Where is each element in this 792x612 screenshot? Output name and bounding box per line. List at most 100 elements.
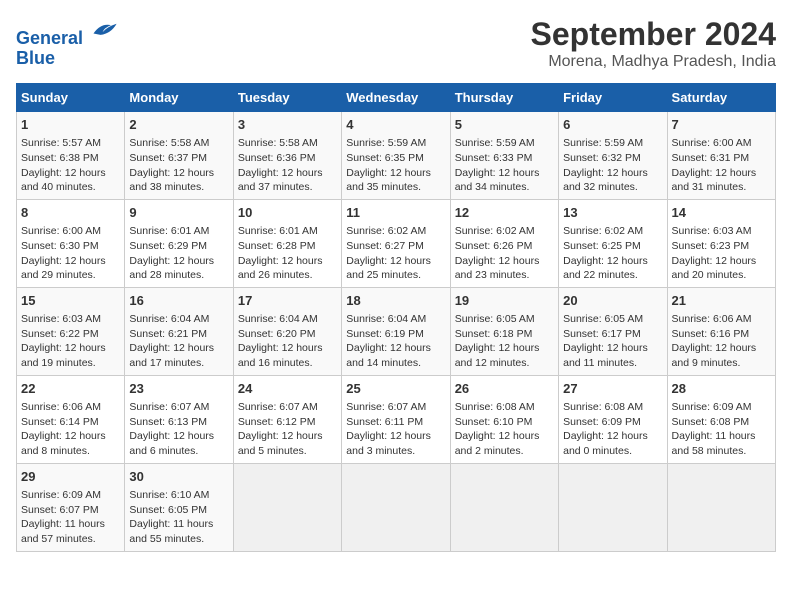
sunrise-text: Sunrise: 6:07 AM (129, 401, 209, 413)
day-number: 30 (129, 468, 228, 486)
col-sunday: Sunday (17, 84, 125, 112)
daylight-text: Daylight: 12 hours and 3 minutes. (346, 430, 431, 457)
daylight-text: Daylight: 12 hours and 17 minutes. (129, 342, 214, 369)
day-number: 12 (455, 204, 554, 222)
table-row: 8Sunrise: 6:00 AMSunset: 6:30 PMDaylight… (17, 199, 125, 287)
daylight-text: Daylight: 12 hours and 6 minutes. (129, 430, 214, 457)
daylight-text: Daylight: 12 hours and 20 minutes. (672, 255, 757, 282)
table-row: 2Sunrise: 5:58 AMSunset: 6:37 PMDaylight… (125, 112, 233, 200)
table-row: 22Sunrise: 6:06 AMSunset: 6:14 PMDayligh… (17, 375, 125, 463)
table-row: 20Sunrise: 6:05 AMSunset: 6:17 PMDayligh… (559, 287, 667, 375)
table-row: 6Sunrise: 5:59 AMSunset: 6:32 PMDaylight… (559, 112, 667, 200)
table-row: 12Sunrise: 6:02 AMSunset: 6:26 PMDayligh… (450, 199, 558, 287)
table-row (559, 463, 667, 551)
daylight-text: Daylight: 11 hours and 55 minutes. (129, 518, 213, 545)
col-monday: Monday (125, 84, 233, 112)
logo: General Blue (16, 16, 118, 69)
daylight-text: Daylight: 12 hours and 38 minutes. (129, 167, 214, 194)
sunrise-text: Sunrise: 5:58 AM (238, 137, 318, 149)
calendar-week-row: 22Sunrise: 6:06 AMSunset: 6:14 PMDayligh… (17, 375, 776, 463)
table-row: 3Sunrise: 5:58 AMSunset: 6:36 PMDaylight… (233, 112, 341, 200)
sunrise-text: Sunrise: 6:09 AM (21, 489, 101, 501)
sunset-text: Sunset: 6:31 PM (672, 152, 750, 164)
day-number: 17 (238, 292, 337, 310)
table-row: 13Sunrise: 6:02 AMSunset: 6:25 PMDayligh… (559, 199, 667, 287)
sunset-text: Sunset: 6:25 PM (563, 240, 641, 252)
daylight-text: Daylight: 12 hours and 19 minutes. (21, 342, 106, 369)
day-number: 22 (21, 380, 120, 398)
sunrise-text: Sunrise: 5:59 AM (455, 137, 535, 149)
sunset-text: Sunset: 6:16 PM (672, 328, 750, 340)
calendar-table: Sunday Monday Tuesday Wednesday Thursday… (16, 83, 776, 552)
sunrise-text: Sunrise: 6:05 AM (455, 313, 535, 325)
table-row: 11Sunrise: 6:02 AMSunset: 6:27 PMDayligh… (342, 199, 450, 287)
table-row (450, 463, 558, 551)
day-number: 26 (455, 380, 554, 398)
daylight-text: Daylight: 12 hours and 0 minutes. (563, 430, 648, 457)
table-row: 21Sunrise: 6:06 AMSunset: 6:16 PMDayligh… (667, 287, 775, 375)
table-row: 29Sunrise: 6:09 AMSunset: 6:07 PMDayligh… (17, 463, 125, 551)
sunset-text: Sunset: 6:12 PM (238, 416, 316, 428)
day-number: 10 (238, 204, 337, 222)
col-thursday: Thursday (450, 84, 558, 112)
main-title: September 2024 (531, 16, 776, 53)
sunrise-text: Sunrise: 6:04 AM (129, 313, 209, 325)
daylight-text: Daylight: 11 hours and 58 minutes. (672, 430, 756, 457)
sunrise-text: Sunrise: 6:07 AM (238, 401, 318, 413)
sunset-text: Sunset: 6:05 PM (129, 504, 207, 516)
sunrise-text: Sunrise: 6:05 AM (563, 313, 643, 325)
day-number: 4 (346, 116, 445, 134)
sunset-text: Sunset: 6:19 PM (346, 328, 424, 340)
table-row (667, 463, 775, 551)
table-row: 1Sunrise: 5:57 AMSunset: 6:38 PMDaylight… (17, 112, 125, 200)
day-number: 6 (563, 116, 662, 134)
daylight-text: Daylight: 12 hours and 23 minutes. (455, 255, 540, 282)
day-number: 15 (21, 292, 120, 310)
sunset-text: Sunset: 6:07 PM (21, 504, 99, 516)
daylight-text: Daylight: 12 hours and 14 minutes. (346, 342, 431, 369)
subtitle: Morena, Madhya Pradesh, India (531, 53, 776, 71)
day-number: 13 (563, 204, 662, 222)
day-number: 25 (346, 380, 445, 398)
daylight-text: Daylight: 12 hours and 35 minutes. (346, 167, 431, 194)
sunrise-text: Sunrise: 6:04 AM (238, 313, 318, 325)
sunset-text: Sunset: 6:23 PM (672, 240, 750, 252)
sunrise-text: Sunrise: 6:03 AM (21, 313, 101, 325)
day-number: 9 (129, 204, 228, 222)
sunrise-text: Sunrise: 6:00 AM (21, 225, 101, 237)
daylight-text: Daylight: 12 hours and 31 minutes. (672, 167, 757, 194)
sunset-text: Sunset: 6:33 PM (455, 152, 533, 164)
page-header: General Blue September 2024 Morena, Madh… (16, 16, 776, 71)
sunrise-text: Sunrise: 5:58 AM (129, 137, 209, 149)
day-number: 5 (455, 116, 554, 134)
sunrise-text: Sunrise: 6:02 AM (346, 225, 426, 237)
day-number: 23 (129, 380, 228, 398)
calendar-week-row: 29 Sunrise: 6:09 AM Sunset: 6:07 PM Dayligh… (17, 463, 776, 551)
sunrise-text: Sunrise: 6:09 AM (672, 401, 752, 413)
day-number: 3 (238, 116, 337, 134)
table-row: 10Sunrise: 6:01 AMSunset: 6:28 PMDayligh… (233, 199, 341, 287)
sunrise-text: Sunrise: 6:00 AM (672, 137, 752, 149)
daylight-text: Daylight: 12 hours and 2 minutes. (455, 430, 540, 457)
logo-text: General Blue (16, 16, 118, 69)
daylight-text: Daylight: 12 hours and 9 minutes. (672, 342, 757, 369)
daylight-text: Daylight: 12 hours and 34 minutes. (455, 167, 540, 194)
daylight-text: Daylight: 12 hours and 26 minutes. (238, 255, 323, 282)
calendar-header-row: Sunday Monday Tuesday Wednesday Thursday… (17, 84, 776, 112)
sunset-text: Sunset: 6:27 PM (346, 240, 424, 252)
table-row: 24Sunrise: 6:07 AMSunset: 6:12 PMDayligh… (233, 375, 341, 463)
sunset-text: Sunset: 6:22 PM (21, 328, 99, 340)
calendar-week-row: 15 Sunrise: 6:03 AM Sunset: 6:22 PM Dayligh… (17, 287, 776, 375)
table-row: 26Sunrise: 6:08 AMSunset: 6:10 PMDayligh… (450, 375, 558, 463)
table-row: 17Sunrise: 6:04 AMSunset: 6:20 PMDayligh… (233, 287, 341, 375)
sunset-text: Sunset: 6:30 PM (21, 240, 99, 252)
sunset-text: Sunset: 6:09 PM (563, 416, 641, 428)
sunrise-text: Sunrise: 5:59 AM (346, 137, 426, 149)
daylight-text: Daylight: 12 hours and 11 minutes. (563, 342, 648, 369)
calendar-week-row: 8Sunrise: 6:00 AMSunset: 6:30 PMDaylight… (17, 199, 776, 287)
day-number: 7 (672, 116, 771, 134)
day-number: 29 (21, 468, 120, 486)
col-friday: Friday (559, 84, 667, 112)
day-number: 21 (672, 292, 771, 310)
daylight-text: Daylight: 12 hours and 28 minutes. (129, 255, 214, 282)
